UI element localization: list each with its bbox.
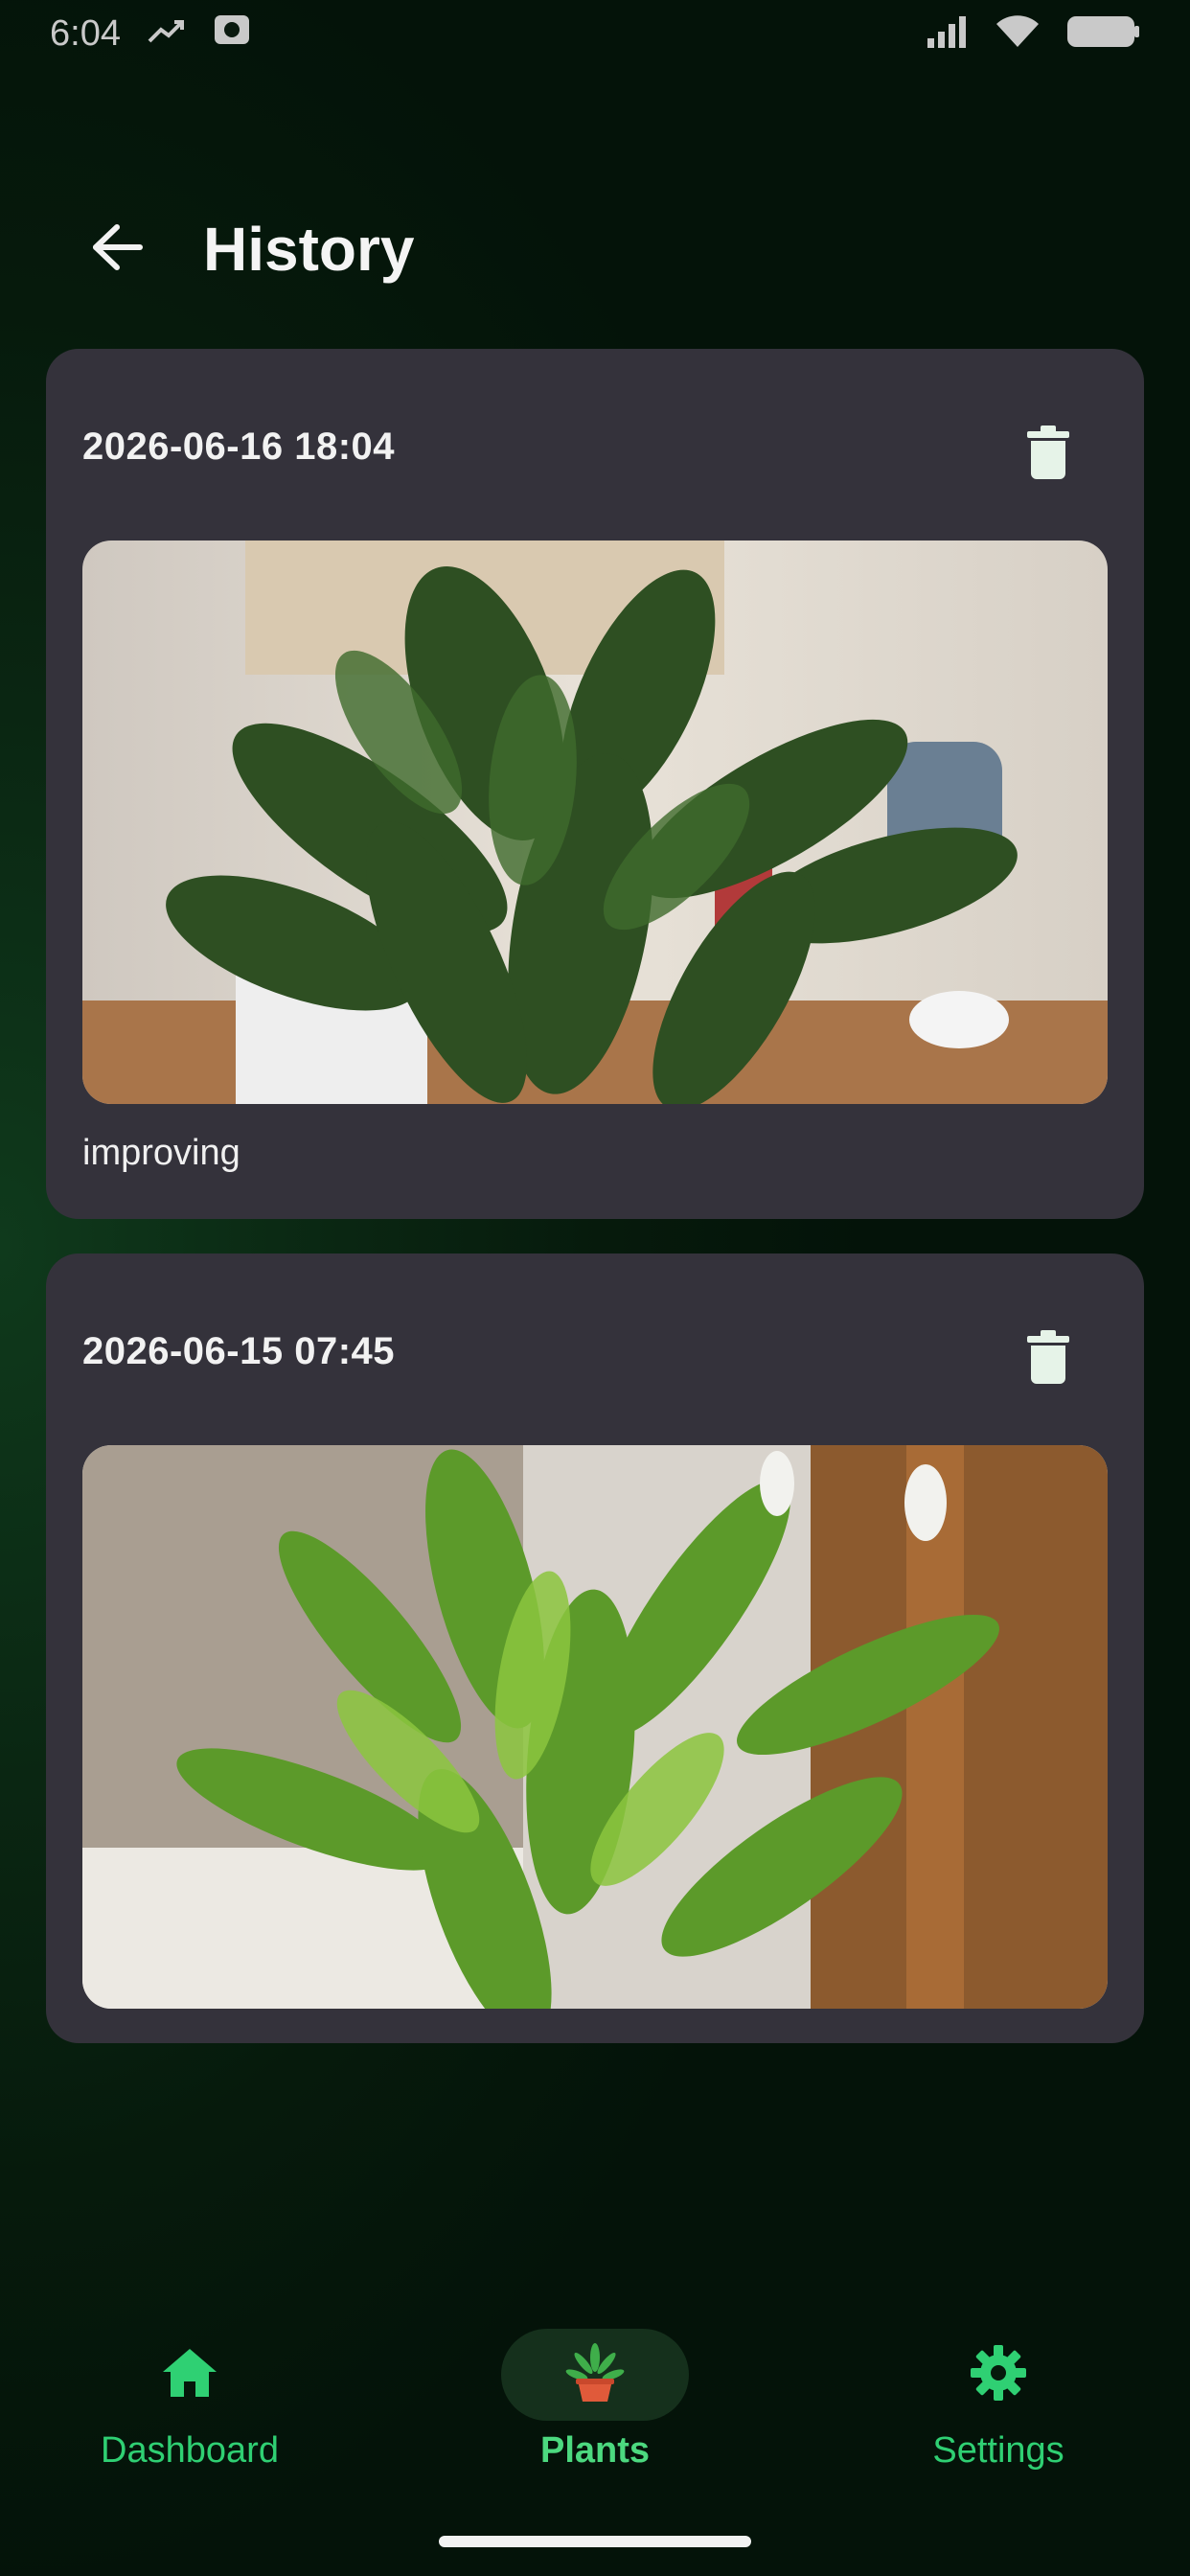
- wifi-icon: [995, 14, 1041, 54]
- status-left: 6:04: [50, 12, 251, 56]
- entry-date: 2026-06-15 07:45: [82, 1330, 396, 1372]
- trending-icon: [148, 13, 186, 55]
- trash-icon: [1027, 1329, 1069, 1389]
- nav-icon-wrap: [96, 2329, 284, 2421]
- nav-icon-wrap-active: [501, 2329, 689, 2421]
- arrow-left-icon: [90, 223, 144, 276]
- nav-item-plants[interactable]: Plants: [451, 2329, 739, 2472]
- plant-photo[interactable]: [82, 540, 1108, 1104]
- home-indicator[interactable]: [439, 2536, 751, 2547]
- bottom-navigation: Dashboard Plants Settings: [0, 2300, 1190, 2492]
- header: History: [0, 192, 1190, 307]
- nav-label-dashboard: Dashboard: [101, 2430, 279, 2471]
- battery-icon: [1065, 14, 1140, 54]
- gear-icon: [970, 2344, 1027, 2406]
- home-icon: [161, 2347, 218, 2404]
- delete-entry-button[interactable]: [1021, 1329, 1075, 1389]
- nav-label-plants: Plants: [539, 2430, 651, 2471]
- entry-note: improving: [82, 1133, 240, 1173]
- camera-icon: [213, 12, 251, 56]
- status-bar: 6:04: [0, 0, 1190, 67]
- back-button[interactable]: [88, 220, 146, 278]
- entry-date: 2026-06-16 18:04: [82, 426, 396, 468]
- delete-entry-button[interactable]: [1021, 425, 1075, 484]
- nav-icon-wrap: [904, 2329, 1092, 2421]
- status-time: 6:04: [50, 12, 121, 54]
- history-entry-card: 2026-06-15 07:45: [46, 1254, 1144, 2043]
- nav-item-dashboard[interactable]: Dashboard: [46, 2329, 333, 2472]
- nav-label-settings: Settings: [932, 2430, 1064, 2471]
- trash-icon: [1027, 425, 1069, 484]
- signal-icon: [926, 15, 970, 53]
- nav-item-settings[interactable]: Settings: [855, 2329, 1142, 2472]
- status-right: [926, 14, 1140, 54]
- history-entry-card: 2026-06-16 18:04 improving: [46, 349, 1144, 1219]
- page-title: History: [203, 215, 415, 284]
- plant-photo[interactable]: [82, 1445, 1108, 2009]
- potted-plant-icon: [564, 2342, 626, 2408]
